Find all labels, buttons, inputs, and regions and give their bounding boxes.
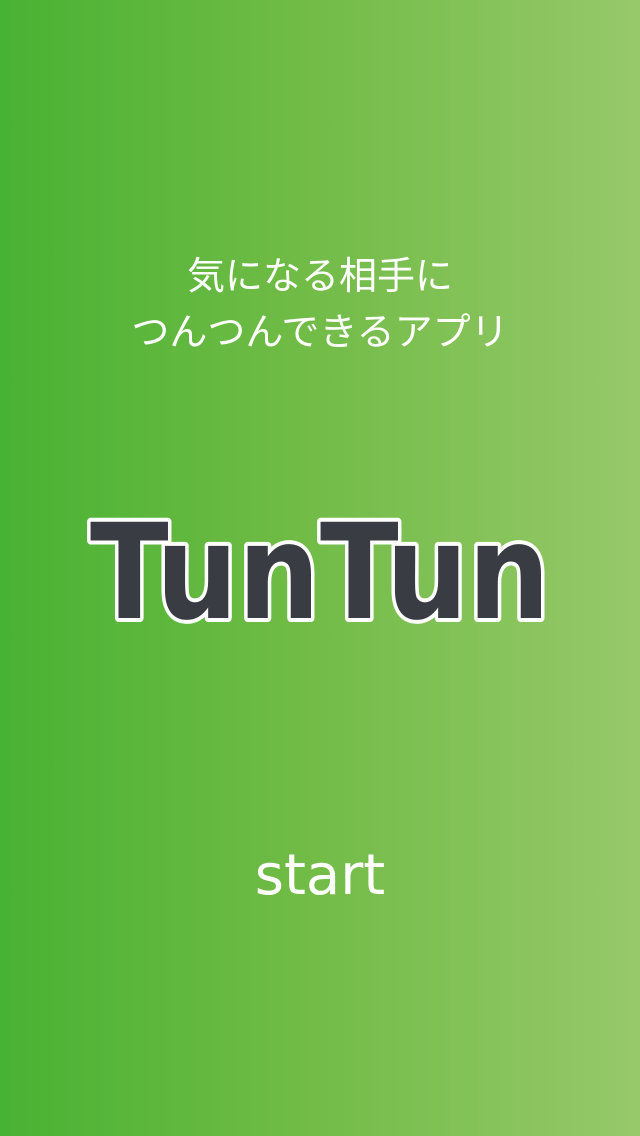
tagline-line-2: つんつんできるアプリ — [131, 310, 509, 354]
app-logo-text: TunTun — [90, 510, 550, 650]
app-logo-svg: TunTun — [86, 510, 554, 650]
app-logo: TunTun — [80, 510, 560, 650]
splash-screen: 気になる相手に つんつんできるアプリ TunTun start — [0, 0, 640, 1136]
tagline: 気になる相手に つんつんできるアプリ — [0, 248, 640, 360]
start-button[interactable]: start — [220, 836, 420, 916]
tagline-line-1: 気になる相手に — [186, 254, 453, 298]
